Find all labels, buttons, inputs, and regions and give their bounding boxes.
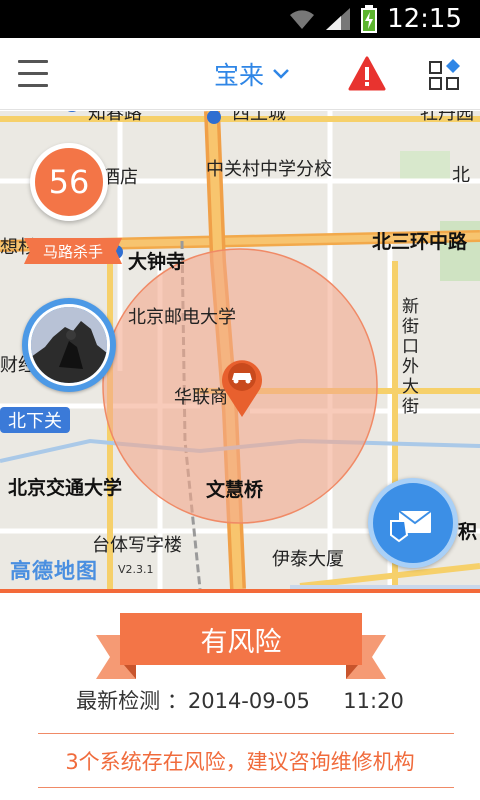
grid-apps-icon[interactable] <box>428 58 462 92</box>
score-badge[interactable]: 56 <box>30 143 108 221</box>
risk-panel: 有风险 最新检测 ：2014-09-05 11:20 3个系统存在风险，建议咨询… <box>0 593 480 800</box>
map-label: 北三环中路 <box>372 231 468 253</box>
map-label: 北下关 <box>0 407 70 433</box>
car-selector[interactable]: 宝来 <box>214 56 290 92</box>
map-label: 中关村中学分校 <box>206 159 332 180</box>
map-label: 文慧桥 <box>206 479 264 501</box>
detection-spacer <box>310 689 343 713</box>
status-bar: 12:15 <box>0 0 480 38</box>
divider <box>38 787 454 788</box>
map-label: 北 <box>452 165 470 186</box>
message-button[interactable] <box>368 478 458 568</box>
map-label: 西土城 <box>232 111 286 124</box>
page-title: 宝来 <box>214 61 265 90</box>
score-value: 56 <box>48 163 90 201</box>
detection-time: 11:20 <box>343 689 404 713</box>
status-time: 12:15 <box>387 4 462 34</box>
menu-icon-bar <box>18 60 48 63</box>
car-location-pin-icon[interactable] <box>218 355 266 419</box>
avatar[interactable] <box>22 298 116 392</box>
risk-status-ribbon: 有风险 <box>96 613 386 683</box>
map-provider-logo: 高德地图 <box>10 559 98 583</box>
score-title-ribbon: 马路杀手 <box>24 236 122 266</box>
app-header: 宝来 <box>0 38 480 110</box>
map-label: 新街口外大街 <box>402 297 419 417</box>
menu-icon-bar <box>18 84 48 87</box>
map-label: 台体写字楼 <box>92 535 182 556</box>
menu-icon-bar <box>18 72 48 75</box>
avatar-image <box>31 307 107 383</box>
map-label: 知春路 <box>88 111 142 124</box>
advice-link[interactable]: 3个系统存在风险，建议咨询维修机构 <box>0 746 480 776</box>
chevron-down-icon <box>273 69 289 79</box>
mail-icon <box>390 510 432 543</box>
map-label: 伊泰大厦 <box>272 549 344 570</box>
map-label: 积 <box>458 521 478 543</box>
divider <box>38 733 454 734</box>
battery-icon <box>361 5 378 33</box>
risk-status: 有风险 <box>200 626 282 658</box>
detection-info: 最新检测 ：2014-09-05 11:20 <box>0 685 480 715</box>
score-title: 马路杀手 <box>42 242 103 261</box>
map-label: 大钟寺 <box>128 251 186 273</box>
map-label: 北京邮电大学 <box>128 307 236 328</box>
signal-icon <box>326 8 351 30</box>
wifi-icon <box>290 10 315 29</box>
detection-date: 2014-09-05 <box>187 689 310 713</box>
map-label: 北京交通大学 <box>8 477 123 499</box>
detection-label: 最新检测 ： <box>76 689 188 713</box>
map-label: 牡丹园 <box>420 111 474 124</box>
map-provider-version: V2.3.1 <box>118 563 154 576</box>
warning-icon[interactable] <box>348 56 386 92</box>
menu-button[interactable] <box>18 58 50 88</box>
